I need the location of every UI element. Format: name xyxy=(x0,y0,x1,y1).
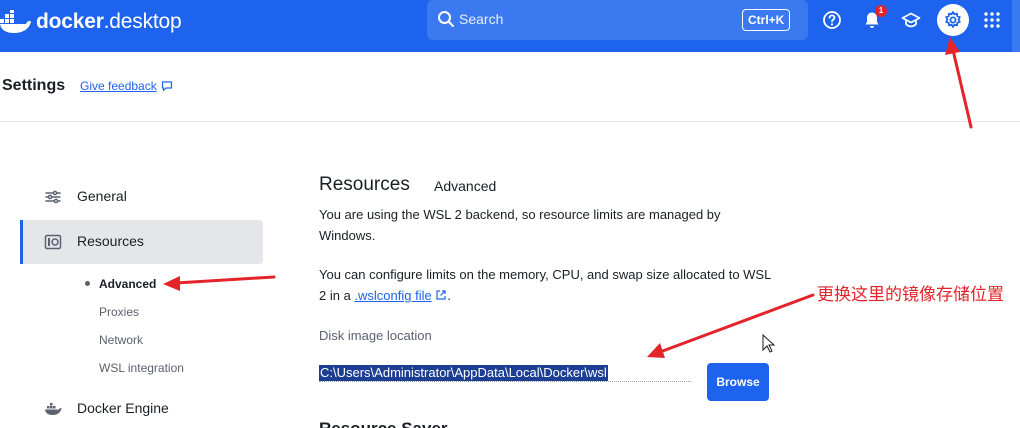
help-button[interactable] xyxy=(816,8,848,32)
browse-button[interactable]: Browse xyxy=(707,363,769,401)
sidebar-subitem-network[interactable]: Network xyxy=(99,333,143,347)
search-placeholder: Search xyxy=(459,11,504,27)
settings-button[interactable] xyxy=(937,4,969,36)
sidebar-subitem-advanced[interactable]: Advanced xyxy=(99,277,156,291)
sliders-icon xyxy=(45,190,61,204)
docker-whale-icon xyxy=(0,10,31,33)
header-divider xyxy=(0,121,1020,122)
page-title: Settings xyxy=(2,77,66,94)
section-title: Resources xyxy=(319,174,410,195)
sidebar-item-label: General xyxy=(77,188,127,204)
app-title: docker.desktop xyxy=(36,10,182,33)
sidebar-item-label: Docker Engine xyxy=(77,400,169,416)
disk-image-label: Disk image location xyxy=(319,328,432,343)
resource-saver-heading: Resource Saver xyxy=(319,419,448,428)
sidebar-subitem-proxies[interactable]: Proxies xyxy=(99,305,139,319)
apps-grid-icon xyxy=(984,12,1000,28)
search-shortcut: Ctrl+K xyxy=(742,9,791,31)
arrow-to-settings xyxy=(951,48,973,129)
notification-badge: 1 xyxy=(875,5,887,17)
sidebar-item-resources[interactable]: Resources xyxy=(20,220,263,264)
window-edge xyxy=(1012,0,1020,52)
wslconfig-suffix: . xyxy=(447,288,451,303)
gear-icon xyxy=(945,11,961,28)
active-subitem-dot xyxy=(85,281,90,286)
resources-icon xyxy=(44,234,62,250)
external-link-icon xyxy=(436,290,446,300)
feedback-icon xyxy=(161,81,172,92)
arrow-head-advanced xyxy=(163,276,180,291)
mouse-cursor-icon xyxy=(762,333,776,353)
sidebar-item-general[interactable]: General xyxy=(20,175,263,219)
section-subtitle: Advanced xyxy=(434,178,497,194)
annotation-text: 更换这里的镜像存储位置 xyxy=(817,285,1004,305)
search-icon xyxy=(438,11,454,27)
give-feedback-label: Give feedback xyxy=(80,79,157,93)
sidebar-item-label: Resources xyxy=(77,233,144,249)
arrow-to-advanced xyxy=(174,275,276,285)
disk-image-path-value: C:\Users\Administrator\AppData\Local\Doc… xyxy=(319,365,608,381)
wslconfig-description: You can configure limits on the memory, … xyxy=(319,264,779,306)
arrow-head-path xyxy=(647,343,665,358)
give-feedback-link[interactable]: Give feedback xyxy=(80,79,173,93)
search-bar[interactable]: Search Ctrl+K xyxy=(427,0,808,40)
help-icon xyxy=(823,11,841,29)
learning-center-button[interactable] xyxy=(895,8,927,32)
learning-center-icon xyxy=(901,12,921,28)
wsl-backend-notice: You are using the WSL 2 backend, so reso… xyxy=(319,207,721,243)
docker-desktop-logo: docker.desktop xyxy=(0,8,182,36)
whale-icon xyxy=(45,403,62,415)
apps-grid-button[interactable] xyxy=(976,8,1008,32)
disk-image-path-field[interactable]: C:\Users\Administrator\AppData\Local\Doc… xyxy=(319,364,691,382)
sidebar-subitem-wsl-integration[interactable]: WSL integration xyxy=(99,361,184,375)
wslconfig-link[interactable]: .wslconfig file xyxy=(354,288,431,303)
sidebar-item-docker-engine[interactable]: Docker Engine xyxy=(20,387,263,428)
